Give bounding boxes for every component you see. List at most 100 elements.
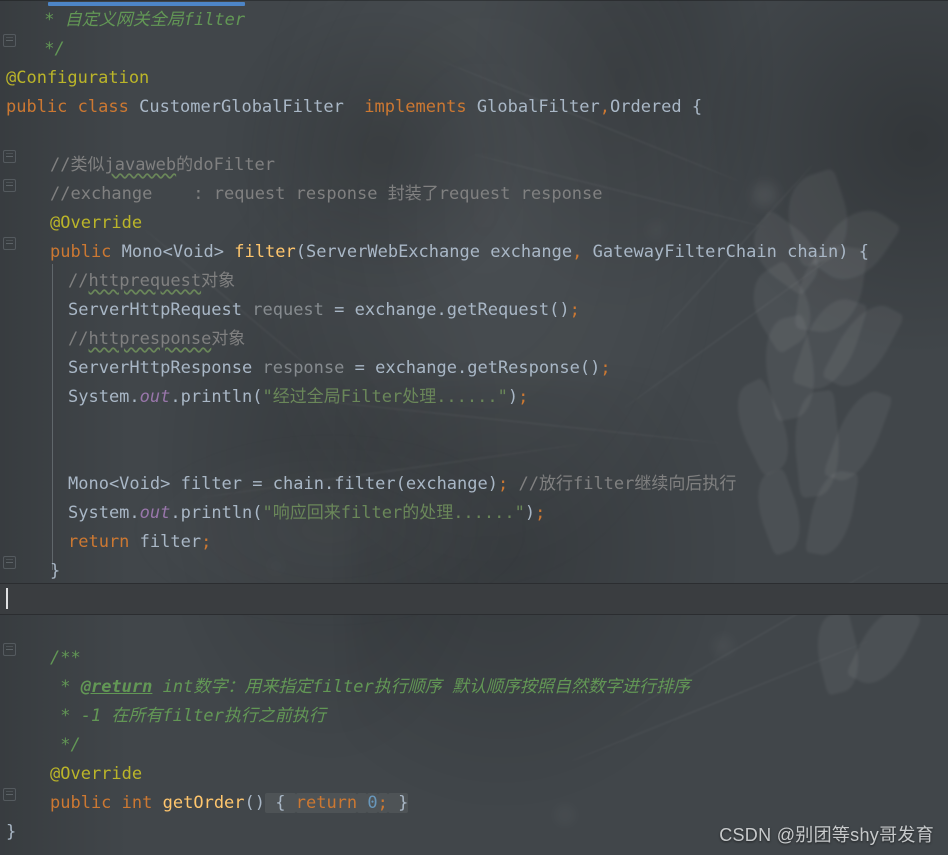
code-token: ()	[579, 358, 601, 378]
code-token: =	[344, 358, 376, 378]
code-token: ,	[599, 97, 610, 117]
code-line[interactable]: //httpresponse对象	[0, 325, 948, 354]
code-line[interactable]: }	[0, 557, 948, 586]
code-token: int数字：用来指定filter执行顺序 默认顺序按照自然数字进行排序	[152, 677, 690, 697]
code-line[interactable]: * @return int数字：用来指定filter执行顺序 默认顺序按照自然数…	[0, 673, 948, 702]
code-token: filter	[234, 242, 296, 262]
code-line[interactable]: * 自定义网关全局filter	[0, 6, 948, 35]
code-line[interactable]	[0, 412, 948, 441]
code-token: .	[323, 474, 335, 494]
code-line[interactable]: public Mono<Void> filter(ServerWebExchan…	[0, 238, 948, 267]
code-token: getOrder	[162, 793, 245, 813]
code-token: //exchange : request response 封装了request…	[50, 184, 603, 204]
code-token: ()	[549, 300, 570, 320]
code-token	[357, 793, 368, 813]
code-editor[interactable]: * 自定义网关全局filter */ @Configuration public c…	[0, 0, 948, 855]
code-line[interactable]: @Override	[0, 760, 948, 789]
code-token: System	[68, 503, 130, 523]
code-token: exchange	[405, 474, 488, 494]
code-token: out	[139, 503, 171, 523]
code-token: (	[252, 387, 263, 407]
code-token: )	[487, 474, 498, 494]
code-line[interactable]	[0, 441, 948, 470]
code-token: class	[77, 97, 129, 117]
code-token: @return	[80, 677, 153, 697]
code-line[interactable]	[0, 122, 948, 151]
code-token: ;	[535, 503, 546, 523]
code-token: //	[68, 329, 89, 349]
code-token: }	[387, 793, 409, 813]
code-line[interactable]: * -1 在所有filter执行之前执行	[0, 702, 948, 731]
code-line[interactable]: /**	[0, 644, 948, 673]
code-line[interactable]: @Override	[0, 209, 948, 238]
code-token: 的doFilter	[176, 155, 276, 175]
code-line[interactable]: //类似javaweb的doFilter	[0, 151, 948, 180]
code-token: * -1 在所有filter执行之前执行	[50, 706, 326, 726]
code-line[interactable]: public class CustomerGlobalFilter implem…	[0, 93, 948, 122]
code-line[interactable]	[0, 615, 948, 644]
code-token: Mono<Void>	[121, 242, 225, 262]
code-line[interactable]: //httprequest对象	[0, 267, 948, 296]
code-token: filter	[180, 474, 243, 494]
code-token: return	[295, 793, 358, 813]
code-token: ServerHttpResponse	[68, 358, 253, 378]
code-token: */	[34, 39, 65, 59]
code-line[interactable]: return filter;	[0, 528, 948, 557]
code-line[interactable]: System.out.println("响应回来filter的处理......"…	[0, 499, 948, 528]
code-line[interactable]	[0, 586, 948, 615]
code-token: ,	[572, 242, 583, 262]
code-line[interactable]: System.out.println("经过全局Filter处理......")…	[0, 383, 948, 412]
code-token: /**	[50, 648, 81, 668]
code-token: ;	[569, 300, 580, 320]
code-token: *	[50, 677, 81, 697]
code-line[interactable]: ServerHttpRequest request = exchange.get…	[0, 296, 948, 325]
code-token: =	[242, 474, 273, 494]
code-line[interactable]: Mono<Void> filter = chain.filter(exchang…	[0, 470, 948, 499]
code-token: .	[170, 387, 181, 407]
code-content[interactable]: * 自定义网关全局filter */ @Configuration public c…	[0, 0, 948, 855]
code-token: )	[507, 387, 519, 407]
code-token: "经过全局Filter处理......"	[262, 387, 508, 407]
code-token: (	[295, 242, 306, 262]
code-token: 对象	[211, 329, 246, 349]
code-token: ;	[600, 358, 611, 378]
code-token: println	[180, 503, 253, 523]
code-token: 自定义网关全局filter	[64, 10, 246, 30]
code-line[interactable]: public int getOrder() { return 0; }	[0, 789, 948, 818]
code-line[interactable]: ServerHttpResponse response = exchange.g…	[0, 354, 948, 383]
code-token: @Override	[50, 213, 143, 233]
code-token: =	[323, 300, 355, 320]
code-token: .	[129, 387, 140, 407]
code-token: javaweb	[104, 155, 177, 175]
code-token: getResponse	[467, 358, 580, 378]
code-token: ;	[377, 793, 388, 813]
code-line[interactable]: @Configuration	[0, 64, 948, 93]
code-line[interactable]: //exchange : request response 封装了request…	[0, 180, 948, 209]
code-line[interactable]: */	[0, 731, 948, 760]
code-token: exchange	[375, 358, 457, 378]
code-line[interactable]: */	[0, 35, 948, 64]
code-token: ) {	[838, 242, 869, 262]
code-token: (	[395, 474, 406, 494]
code-token: )	[524, 503, 536, 523]
code-token: //类似	[50, 155, 105, 175]
code-token: public	[6, 97, 68, 117]
code-token: ;	[201, 532, 212, 552]
code-token: .	[170, 503, 181, 523]
code-token: ServerHttpRequest	[68, 300, 242, 320]
csdn-watermark: CSDN @别团等shy哥发育	[719, 825, 934, 845]
code-token: chain	[272, 474, 324, 494]
code-token: System	[68, 387, 130, 407]
code-token: (	[252, 503, 263, 523]
